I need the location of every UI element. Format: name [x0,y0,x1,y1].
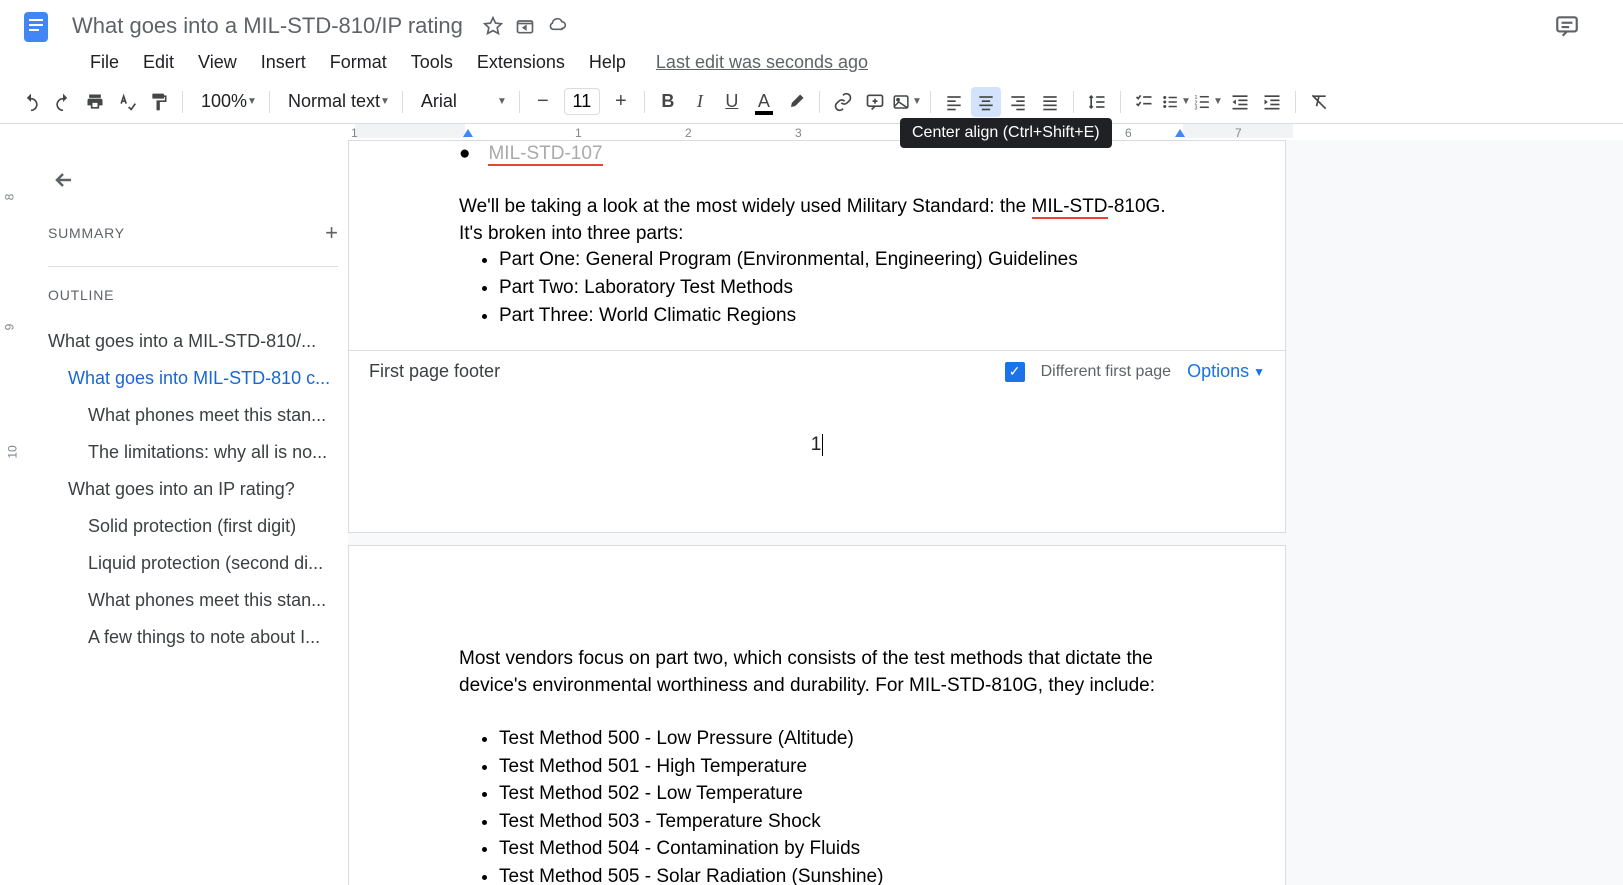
left-indent-marker[interactable] [463,129,473,137]
last-edit-link[interactable]: Last edit was seconds ago [656,52,868,73]
outline-item[interactable]: Solid protection (first digit) [48,508,338,545]
align-center-button[interactable] [971,87,1001,117]
svg-text:3: 3 [1194,105,1197,111]
numbered-list-button[interactable]: 123▼ [1193,87,1223,117]
menu-view[interactable]: View [188,48,247,77]
outline-item[interactable]: What goes into an IP rating? [48,471,338,508]
list-item[interactable]: Test Method 502 - Low Temperature [499,781,1175,808]
list-item[interactable]: Part Two: Laboratory Test Methods [499,275,1175,302]
outline-item[interactable]: What phones meet this stan... [48,397,338,434]
right-indent-marker[interactable] [1175,129,1185,137]
checklist-button[interactable] [1129,87,1159,117]
back-button[interactable] [44,160,84,200]
footer-bar: First page footer ✓ Different first page… [349,350,1285,392]
menu-help[interactable]: Help [579,48,636,77]
spellcheck-button[interactable] [112,87,142,117]
docs-logo[interactable] [16,6,56,46]
menu-edit[interactable]: Edit [133,48,184,77]
different-first-page-checkbox[interactable]: ✓ [1005,362,1025,382]
cloud-icon[interactable] [547,16,567,36]
menu-tools[interactable]: Tools [401,48,463,77]
decrease-indent-button[interactable] [1225,87,1255,117]
list-item[interactable]: Test Method 500 - Low Pressure (Altitude… [499,726,1175,753]
page-1: ●MIL-STD-107 We'll be taking a look at t… [348,140,1286,533]
menu-format[interactable]: Format [320,48,397,77]
separator [930,91,931,113]
ruler[interactable]: 1 1 2 3 4 5 6 7 [0,124,1623,140]
clear-format-button[interactable] [1304,87,1334,117]
menu-bar: File Edit View Insert Format Tools Exten… [0,44,1623,80]
divider [48,266,338,267]
outline-item[interactable]: What goes into MIL-STD-810 c... [48,360,338,397]
document-title[interactable]: What goes into a MIL-STD-810/IP rating [64,11,471,41]
decrease-font-button[interactable]: − [528,87,558,117]
outline-item[interactable]: What goes into a MIL-STD-810/... [48,323,338,360]
text-color-button[interactable]: A [749,87,779,117]
separator [644,91,645,113]
undo-button[interactable] [16,87,46,117]
move-icon[interactable] [515,16,535,36]
toolbar: 100%▼ Normal text▼ Arial▼ − + B I U A ▼ … [0,80,1623,124]
style-dropdown[interactable]: Normal text▼ [278,87,394,116]
list-item[interactable]: Test Method 505 - Solar Radiation (Sunsh… [499,864,1175,885]
italic-button[interactable]: I [685,87,715,117]
bold-button[interactable]: B [653,87,683,117]
summary-heading: SUMMARY [48,225,125,241]
highlight-button[interactable] [781,87,811,117]
comment-button[interactable] [860,87,890,117]
line-spacing-button[interactable] [1082,87,1112,117]
comment-history-button[interactable] [1547,6,1587,46]
outline-heading: OUTLINE [48,287,338,303]
options-dropdown[interactable]: Options ▼ [1187,361,1265,382]
vertical-ruler[interactable]: 8 9 10 [0,140,28,885]
outline-sidebar: SUMMARY + OUTLINE What goes into a MIL-S… [28,140,348,885]
separator [1073,91,1074,113]
align-justify-button[interactable] [1035,87,1065,117]
page-2: Most vendors focus on part two, which co… [348,545,1286,885]
link-button[interactable] [828,87,858,117]
separator [1120,91,1121,113]
align-right-button[interactable] [1003,87,1033,117]
outline-item[interactable]: Liquid protection (second di... [48,545,338,582]
list-item[interactable]: Test Method 501 - High Temperature [499,754,1175,781]
menu-insert[interactable]: Insert [251,48,316,77]
separator [1295,91,1296,113]
separator [519,91,520,113]
image-button[interactable]: ▼ [892,87,922,117]
zoom-dropdown[interactable]: 100%▼ [191,87,261,116]
list-item[interactable]: Part One: General Program (Environmental… [499,247,1175,274]
footer-content[interactable]: 1 [349,392,1285,532]
menu-extensions[interactable]: Extensions [467,48,575,77]
list-item[interactable]: Test Method 504 - Contamination by Fluid… [499,836,1175,863]
page-content[interactable]: ●MIL-STD-107 We'll be taking a look at t… [349,141,1285,350]
document-viewport[interactable]: ●MIL-STD-107 We'll be taking a look at t… [348,140,1623,885]
header-bar: What goes into a MIL-STD-810/IP rating [0,0,1623,44]
outline-item[interactable]: What phones meet this stan... [48,582,338,619]
increase-indent-button[interactable] [1257,87,1287,117]
outline-item[interactable]: A few things to note about I... [48,619,338,656]
list-item[interactable]: Test Method 503 - Temperature Shock [499,809,1175,836]
print-button[interactable] [80,87,110,117]
separator [269,91,270,113]
separator [819,91,820,113]
bulleted-list-button[interactable]: ▼ [1161,87,1191,117]
underline-button[interactable]: U [717,87,747,117]
redo-button[interactable] [48,87,78,117]
menu-file[interactable]: File [80,48,129,77]
align-left-button[interactable] [939,87,969,117]
font-size-input[interactable] [564,88,600,115]
separator [402,91,403,113]
increase-font-button[interactable]: + [606,87,636,117]
font-dropdown[interactable]: Arial▼ [411,87,511,116]
footer-label: First page footer [369,361,500,382]
paint-format-button[interactable] [144,87,174,117]
list-item[interactable]: Part Three: World Climatic Regions [499,303,1175,330]
outline-item[interactable]: The limitations: why all is no... [48,434,338,471]
checkbox-label: Different first page [1041,363,1171,381]
star-icon[interactable] [483,16,503,36]
page-content[interactable]: Most vendors focus on part two, which co… [349,546,1285,885]
add-summary-button[interactable]: + [325,220,338,246]
tooltip: Center align (Ctrl+Shift+E) [900,118,1112,148]
separator [182,91,183,113]
